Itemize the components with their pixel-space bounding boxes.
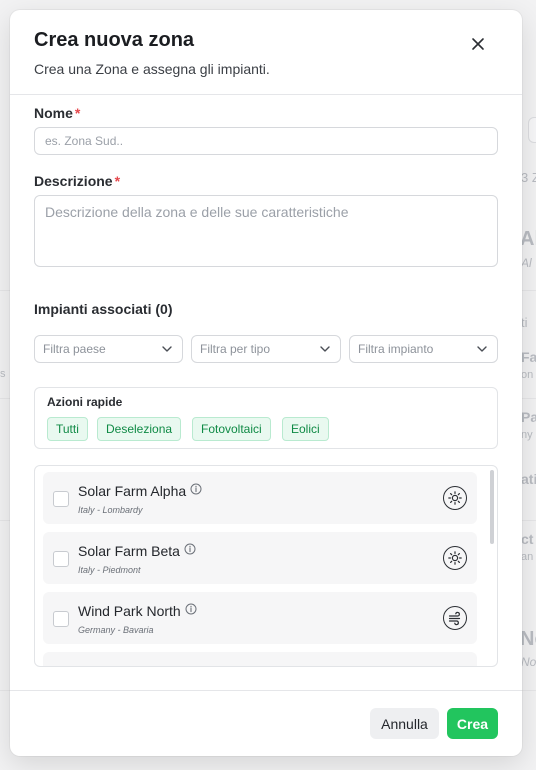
plant-location: Italy - Piedmont [78,565,141,575]
list-item[interactable]: Solar Farm Beta Italy - Piedmont [43,532,477,584]
type-filter-select[interactable]: Filtra per tipo [191,335,341,363]
background-text: Nc [520,628,536,650]
background-button [528,117,536,143]
sun-icon [443,546,467,570]
sun-icon-glyph [448,491,462,505]
create-button[interactable]: Crea [447,708,498,739]
create-zone-dialog: Crea nuova zona Crea una Zona e assegna … [10,10,522,756]
type-filter-label: Filtra per tipo [200,342,271,356]
list-item-partial[interactable] [43,652,477,666]
background-text: ati [521,471,536,487]
required-mark: * [114,173,121,189]
plant-name-text: Wind Park North [78,603,181,619]
required-mark: * [74,105,81,121]
description-label: Descrizione * [34,173,120,189]
plant-name-text: Solar Farm Alpha [78,483,187,499]
list-item[interactable]: Wind Park North Germany - Bavaria [43,592,477,644]
list-scrollbar[interactable] [490,470,494,544]
chevron-down-icon [477,346,487,352]
background-text: s [0,368,6,380]
name-label-text: Nome [34,105,73,121]
dialog-header: Crea nuova zona Crea una Zona e assegna … [10,10,522,95]
background-text: Al [521,256,532,270]
description-textarea[interactable] [34,195,498,267]
quick-actions-panel: Azioni rapide Tutti Deseleziona Fotovolt… [34,387,498,449]
close-button[interactable] [466,32,490,56]
background-text: Al [520,228,536,250]
deselect-chip[interactable]: Deseleziona [97,417,182,441]
dialog-subtitle: Crea una Zona e assegna gli impianti. [34,61,270,77]
info-icon[interactable] [190,483,202,495]
chevron-down-icon [162,346,172,352]
country-filter-select[interactable]: Filtra paese [34,335,183,363]
country-filter-label: Filtra paese [43,342,106,356]
plant-name: Solar Farm Alpha [78,483,202,499]
background-text: an [521,551,534,563]
plant-checkbox[interactable] [53,491,69,507]
background-text: Pa [521,409,536,425]
associated-plants-title: Impianti associati (0) [34,301,173,317]
description-label-text: Descrizione [34,173,113,189]
name-label: Nome * [34,105,80,121]
quick-actions-title: Azioni rapide [47,395,123,409]
list-item[interactable]: Solar Farm Alpha Italy - Lombardy [43,472,477,524]
photovoltaic-chip[interactable]: Fotovoltaici [192,417,271,441]
background-text: ny [521,429,533,441]
plant-checkbox[interactable] [53,551,69,567]
chevron-down-icon [320,346,330,352]
dialog-title: Crea nuova zona [34,29,195,51]
plant-name: Wind Park North [78,603,197,619]
plant-name-text: Solar Farm Beta [78,543,180,559]
plant-checkbox[interactable] [53,611,69,627]
sun-icon [443,486,467,510]
sun-icon-glyph [448,551,462,565]
plant-location: Germany - Bavaria [78,625,154,635]
plant-name: Solar Farm Beta [78,543,196,559]
close-icon [472,38,484,50]
wind-icon-glyph [448,611,461,626]
background-text: No [521,655,536,669]
background-text: 3 Z [521,170,536,185]
background-text: Fa [521,349,536,365]
info-icon[interactable] [185,603,197,615]
info-icon[interactable] [184,543,196,555]
select-all-chip[interactable]: Tutti [47,417,88,441]
background-text: on [521,369,534,381]
plant-location: Italy - Lombardy [78,505,143,515]
plant-filter-select[interactable]: Filtra impianto [349,335,498,363]
plants-list[interactable]: Solar Farm Alpha Italy - Lombardy Solar … [34,465,498,667]
wind-chip[interactable]: Eolici [282,417,329,441]
dialog-footer: Annulla Crea [10,690,522,756]
name-input[interactable] [34,127,498,155]
plant-filter-label: Filtra impianto [358,342,434,356]
background-text: ct [521,531,534,547]
cancel-button[interactable]: Annulla [370,708,439,739]
wind-icon [443,606,467,630]
